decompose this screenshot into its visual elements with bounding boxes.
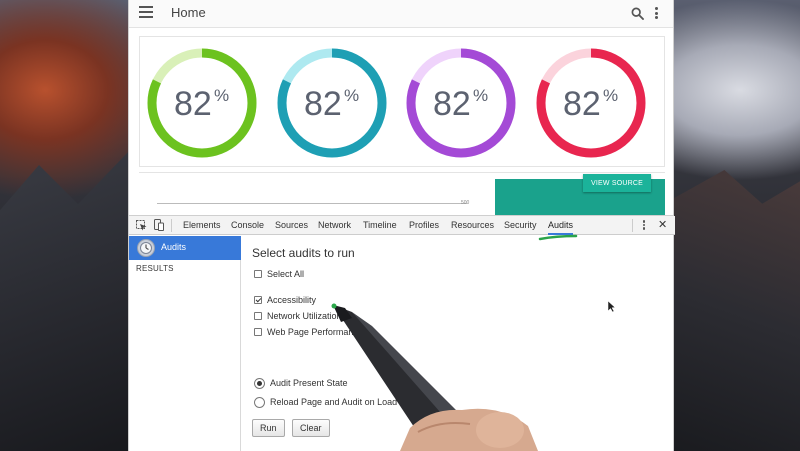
audits-icon-glyph <box>140 242 152 254</box>
gauges-card: 82% 82% 82% 82% <box>139 36 665 167</box>
web-page: Home 82% 82% 82% 82% 500 VIEW SOURCE <box>128 0 674 216</box>
gauge-4: 82% <box>536 48 646 158</box>
clear-button[interactable]: Clear <box>292 419 330 437</box>
sidebar-item-audits-label: Audits <box>161 242 187 252</box>
device-mode-icon[interactable] <box>154 219 164 231</box>
gauge-2: 82% <box>277 48 387 158</box>
gauge-3: 82% <box>406 48 516 158</box>
reload-and-audit-label: Reload Page and Audit on Load <box>270 397 398 407</box>
gauge-value: 82 <box>563 85 601 123</box>
tab-sources[interactable]: Sources <box>275 220 308 230</box>
active-tab-indicator <box>548 233 574 235</box>
kebab-menu-icon[interactable] <box>642 220 646 231</box>
toolbar-separator <box>171 219 172 232</box>
mode-present-state-row[interactable]: Audit Present State <box>254 377 348 389</box>
tab-profiles[interactable]: Profiles <box>409 220 439 230</box>
tab-audits[interactable]: Audits <box>548 220 574 235</box>
app-bar: Home <box>129 0 673 28</box>
sidebar-item-audits[interactable]: Audits <box>129 236 241 260</box>
select-all-label: Select All <box>267 269 305 279</box>
select-all-checkbox[interactable] <box>254 270 262 278</box>
sidebar-results-header: RESULTS <box>136 264 174 273</box>
view-source-button[interactable]: VIEW SOURCE <box>583 174 651 192</box>
web-page-performance-checkbox[interactable] <box>254 328 262 336</box>
select-all-row[interactable]: Select All <box>254 268 304 280</box>
tab-console[interactable]: Console <box>231 220 264 230</box>
gauge-unit: % <box>473 86 488 105</box>
menu-icon[interactable] <box>139 6 153 18</box>
run-button[interactable]: Run <box>252 419 285 437</box>
gauge-value: 82 <box>433 85 471 123</box>
close-icon[interactable]: ✕ <box>658 219 668 231</box>
tab-network[interactable]: Network <box>318 220 351 230</box>
tab-security[interactable]: Security <box>504 220 537 230</box>
page-title: Home <box>171 5 206 20</box>
devtools-toolbar: Elements Console Sources Network Timelin… <box>129 216 675 235</box>
mode-reload-row[interactable]: Reload Page and Audit on Load <box>254 396 397 408</box>
audit-present-state-radio[interactable] <box>254 377 265 389</box>
audits-heading: Select audits to run <box>252 246 355 260</box>
accessibility-checkbox[interactable] <box>254 296 262 304</box>
audit-present-state-label: Audit Present State <box>270 378 348 388</box>
accessibility-label: Accessibility <box>267 295 317 305</box>
gauges-container: 82% 82% 82% 82% <box>147 48 646 158</box>
audits-main: Select audits to run Select All Accessib… <box>242 236 674 451</box>
chart-tick-label: 500 <box>461 200 470 206</box>
network-utilization-checkbox[interactable] <box>254 312 262 320</box>
mountain-left <box>0 150 130 451</box>
gauge-1: 82% <box>147 48 257 158</box>
audit-accessibility-row[interactable]: Accessibility <box>254 294 316 306</box>
gauge-unit: % <box>603 86 618 105</box>
more-vert-icon[interactable] <box>653 7 659 21</box>
devtools-panel: Elements Console Sources Network Timelin… <box>128 215 675 451</box>
audit-network-row[interactable]: Network Utilization <box>254 310 342 322</box>
tab-audits-label: Audits <box>548 220 574 230</box>
tab-elements[interactable]: Elements <box>183 220 221 230</box>
reload-and-audit-radio[interactable] <box>254 396 265 408</box>
search-icon[interactable] <box>631 7 644 20</box>
tab-resources[interactable]: Resources <box>451 220 494 230</box>
network-utilization-label: Network Utilization <box>267 311 342 321</box>
audits-icon <box>137 239 155 257</box>
mountain-right <box>674 170 800 451</box>
tab-timeline[interactable]: Timeline <box>363 220 397 230</box>
gauge-unit: % <box>344 86 359 105</box>
toolbar-separator-right <box>632 219 633 232</box>
gauge-unit: % <box>214 86 229 105</box>
gauge-value: 82 <box>174 85 212 123</box>
web-page-performance-label: Web Page Performance <box>267 327 363 337</box>
chart-card: 500 VIEW SOURCE <box>139 172 665 216</box>
audits-sidebar: Audits RESULTS <box>129 236 241 451</box>
gauge-value: 82 <box>304 85 342 123</box>
chart-axis <box>157 203 467 204</box>
inspect-element-icon[interactable] <box>136 220 147 231</box>
audit-performance-row[interactable]: Web Page Performance <box>254 326 363 338</box>
